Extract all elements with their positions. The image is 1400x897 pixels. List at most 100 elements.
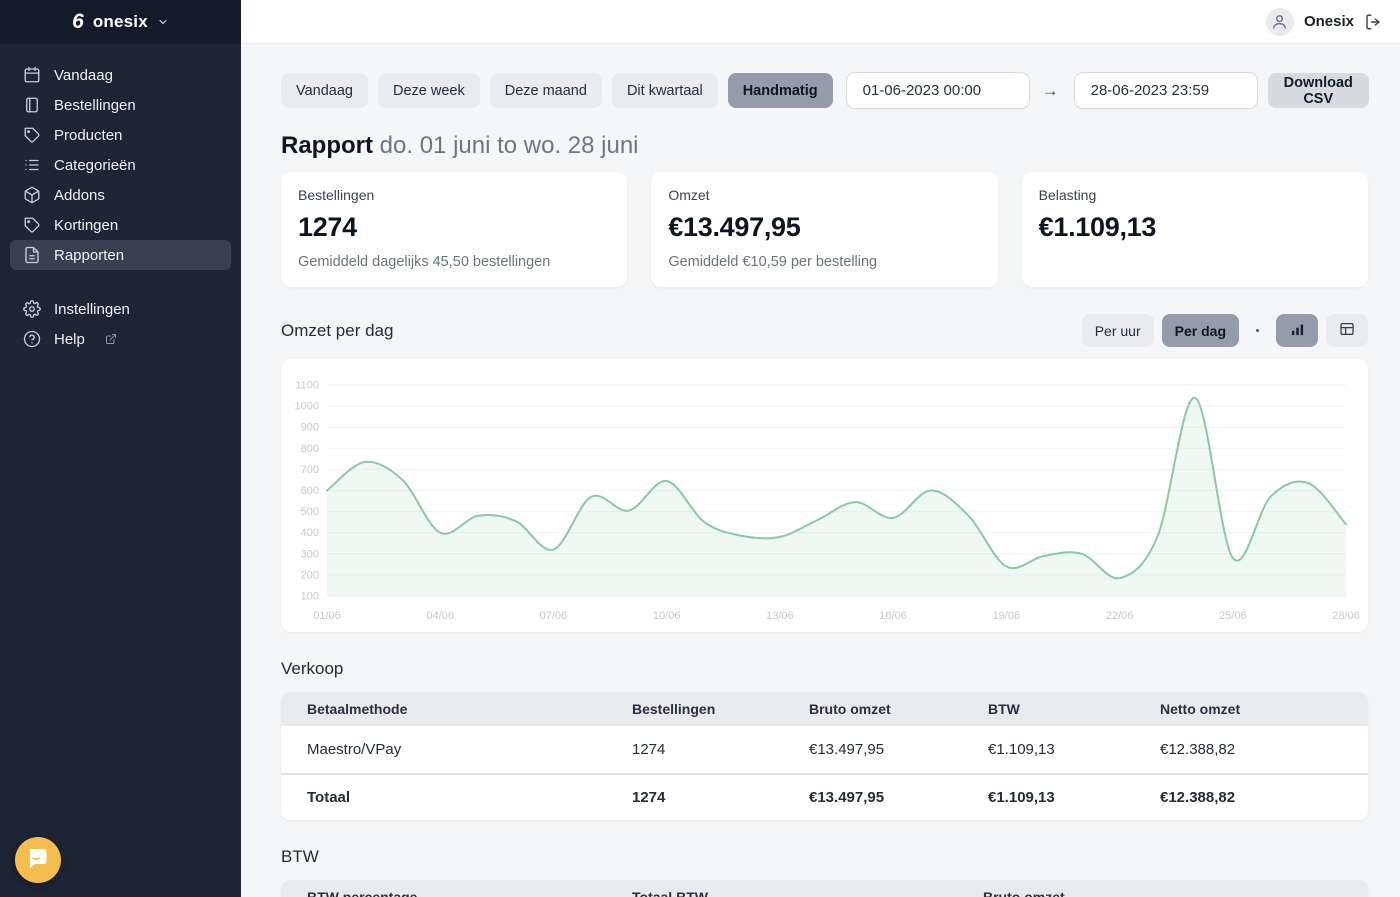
main-area: Onesix Vandaag Deze week Deze maand Dit … [241,0,1400,897]
chat-widget-button[interactable] [15,837,61,883]
sidebar-item-addons[interactable]: Addons [10,180,231,210]
bar-chart-icon [1290,322,1305,340]
omzet-chart-card: 1002003004005006007008009001000110001/06… [281,359,1368,632]
stat-card-bestellingen: Bestellingen 1274 Gemiddeld dagelijks 45… [281,172,627,287]
sidebar-item-label: Bestellingen [54,97,136,114]
column-header: BTW [988,692,1160,726]
stat-subtext: Gemiddeld €10,59 per bestelling [668,254,980,270]
cell-netto-omzet: €12.388,82 [1160,774,1368,820]
cell-betaalmethode: Totaal [281,774,632,820]
stat-card-omzet: Omzet €13.497,95 Gemiddeld €10,59 per be… [651,172,997,287]
cell-bruto-omzet: €13.497,95 [809,774,988,820]
chart-view-button[interactable] [1276,314,1318,347]
verkoop-table: Betaalmethode Bestellingen Bruto omzet B… [281,692,1368,820]
per-uur-toggle[interactable]: Per uur [1082,314,1154,347]
btw-section-title: BTW [281,847,1368,867]
svg-text:1100: 1100 [295,380,319,392]
user-name[interactable]: Onesix [1304,13,1354,30]
cell-btw: €1.109,13 [988,726,1160,774]
date-from-input[interactable] [846,72,1030,109]
per-dag-toggle[interactable]: Per dag [1162,314,1239,347]
svg-text:01/06: 01/06 [313,610,341,622]
stat-label: Belasting [1039,187,1351,203]
stat-label: Omzet [668,187,980,203]
stat-cards: Bestellingen 1274 Gemiddeld dagelijks 45… [281,172,1368,287]
download-csv-button[interactable]: Download CSV [1268,73,1369,108]
table-row-maestro-vpay: Maestro/VPay 1274 €13.497,95 €1.109,13 €… [281,726,1368,774]
preset-deze-maand-button[interactable]: Deze maand [490,73,602,108]
book-icon [23,96,41,114]
svg-text:900: 900 [301,422,319,434]
separator-dot [1256,329,1259,332]
svg-text:500: 500 [301,506,319,518]
sidebar-item-bestellingen[interactable]: Bestellingen [10,90,231,120]
svg-text:16/06: 16/06 [879,610,907,622]
tag-icon [23,126,41,144]
sidebar-item-instellingen[interactable]: Instellingen [10,294,231,324]
sidebar-item-label: Vandaag [54,67,113,84]
preset-vandaag-button[interactable]: Vandaag [281,73,368,108]
verkoop-section-title: Verkoop [281,659,1368,679]
help-icon [23,330,41,348]
avatar[interactable] [1266,8,1294,36]
cell-bestellingen: 1274 [632,726,809,774]
page-title: Rapport do. 01 juni to wo. 28 juni [281,132,1368,160]
stat-card-belasting: Belasting €1.109,13 [1022,172,1368,287]
date-to-input[interactable] [1074,72,1258,109]
svg-text:13/06: 13/06 [766,610,794,622]
svg-text:28/06: 28/06 [1332,610,1360,622]
sidebar: 6 onesix Vandaag Bestellingen Producten … [0,0,241,897]
svg-text:400: 400 [301,527,319,539]
svg-text:300: 300 [301,548,319,560]
topbar: Onesix [241,0,1400,44]
sidebar-item-vandaag[interactable]: Vandaag [10,60,231,90]
external-link-icon [105,333,117,345]
chart-controls: Per uur Per dag [1082,314,1368,347]
stat-subtext: Gemiddeld dagelijks 45,50 bestellingen [298,254,610,270]
column-header: Totaal BTW [632,880,983,897]
table-icon [1339,321,1355,340]
person-icon [1271,13,1288,30]
svg-text:100: 100 [301,591,319,603]
sidebar-item-kortingen[interactable]: Kortingen [10,210,231,240]
preset-handmatig-button[interactable]: Handmatig [728,73,833,108]
package-icon [23,186,41,204]
sidebar-item-producten[interactable]: Producten [10,120,231,150]
btw-header-row: BTW percentage Totaal BTW Bruto omzet [281,880,1368,897]
preset-deze-week-button[interactable]: Deze week [378,73,480,108]
sidebar-item-help[interactable]: Help [10,324,231,354]
onesix-logo-icon: 6 [72,11,84,32]
sidebar-item-categorieen[interactable]: Categorieën [10,150,231,180]
verkoop-header-row: Betaalmethode Bestellingen Bruto omzet B… [281,692,1368,726]
tag-icon [23,216,41,234]
report-title-range: do. 01 juni to wo. 28 juni [380,132,639,159]
chevron-down-icon [157,16,169,28]
report-page: Vandaag Deze week Deze maand Dit kwartaa… [241,44,1400,897]
sidebar-item-label: Help [54,331,85,348]
svg-text:200: 200 [301,569,319,581]
list-icon [23,156,41,174]
column-header: Bruto omzet [809,692,988,726]
stat-value: 1274 [298,212,610,243]
chart-section-header: Omzet per dag Per uur Per dag [281,314,1368,347]
svg-text:10/06: 10/06 [653,610,681,622]
document-icon [23,246,41,264]
cell-btw: €1.109,13 [988,774,1160,820]
svg-text:19/06: 19/06 [993,610,1021,622]
sidebar-item-label: Addons [54,187,105,204]
table-view-button[interactable] [1326,314,1368,347]
preset-dit-kwartaal-button[interactable]: Dit kwartaal [612,73,718,108]
svg-text:07/06: 07/06 [540,610,568,622]
cell-netto-omzet: €12.388,82 [1160,726,1368,774]
cell-bestellingen: 1274 [632,774,809,820]
cell-bruto-omzet: €13.497,95 [809,726,988,774]
svg-text:25/06: 25/06 [1219,610,1247,622]
sidebar-item-rapporten[interactable]: Rapporten [10,240,231,270]
btw-table: BTW percentage Totaal BTW Bruto omzet [281,880,1368,897]
brand-menu[interactable]: 6 onesix [0,0,241,44]
brand-name: onesix [93,12,148,32]
column-header: Betaalmethode [281,692,632,726]
table-row-totaal: Totaal 1274 €13.497,95 €1.109,13 €12.388… [281,774,1368,820]
logout-icon[interactable] [1364,13,1382,31]
omzet-per-dag-chart: 1002003004005006007008009001000110001/06… [281,359,1368,632]
